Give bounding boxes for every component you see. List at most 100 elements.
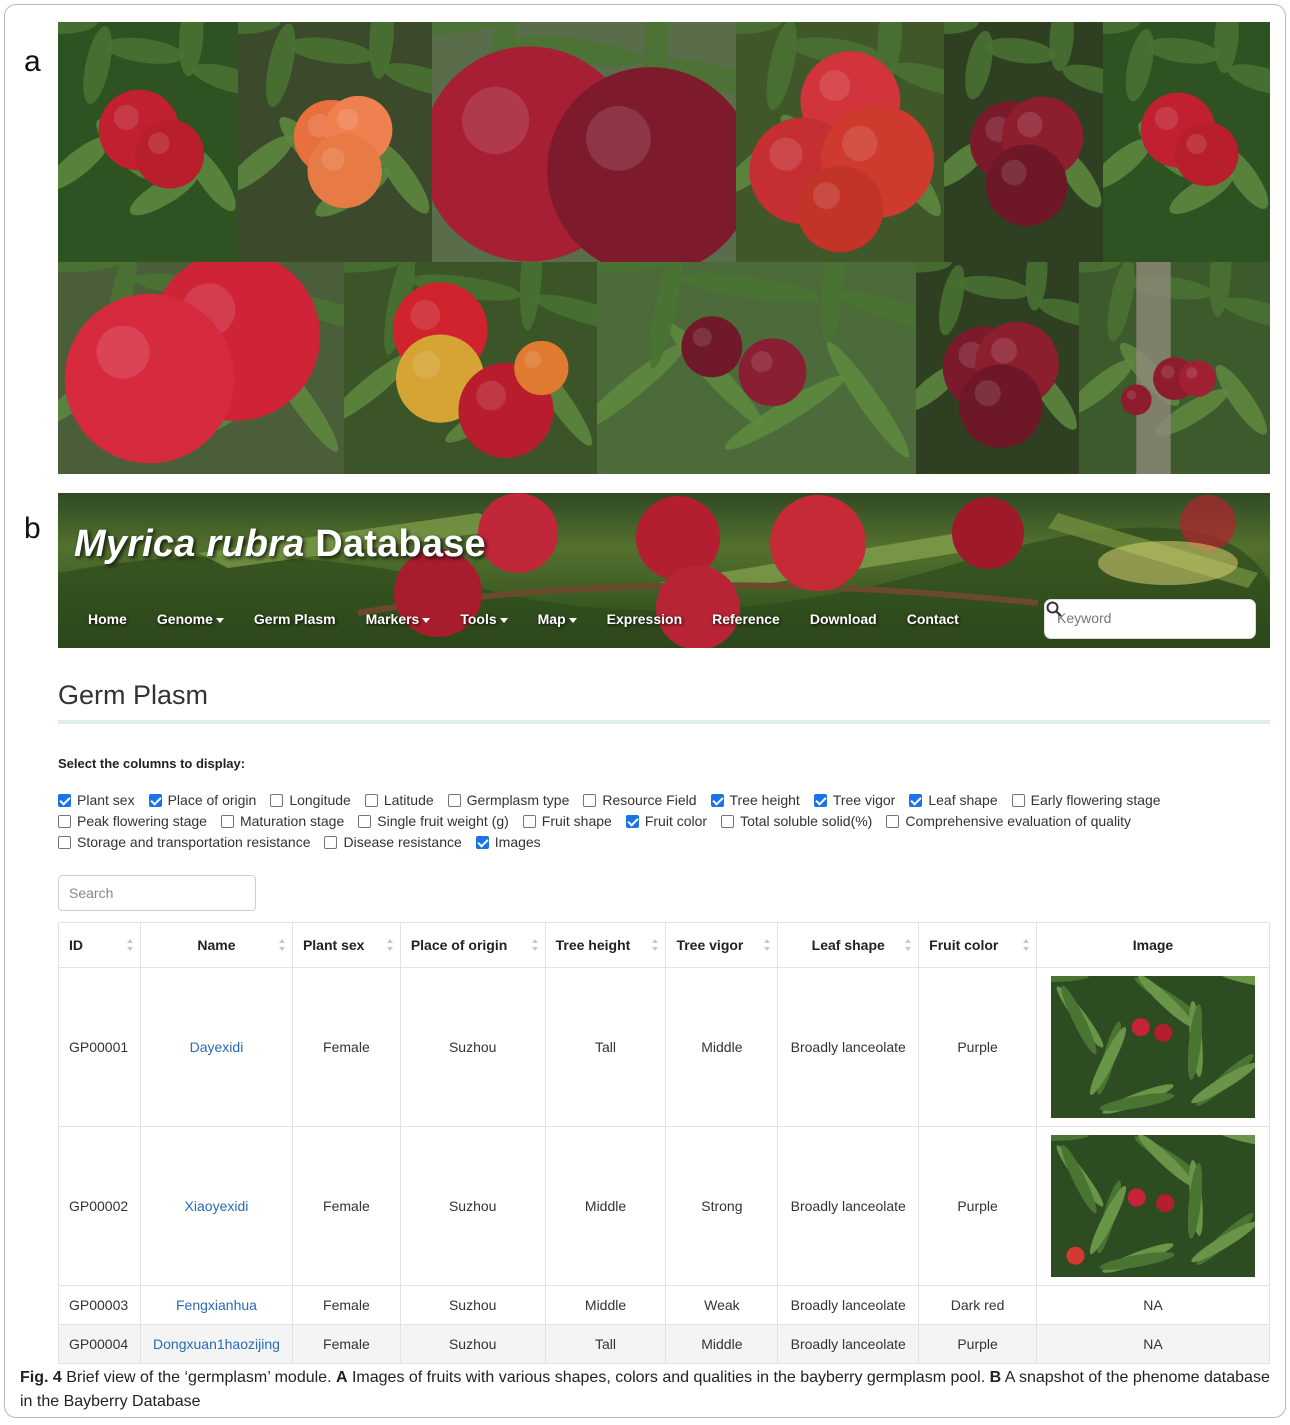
checkbox[interactable]	[909, 793, 923, 807]
sort-icon[interactable]	[386, 938, 394, 952]
column-toggle-disease-resistance[interactable]: Disease resistance	[324, 834, 462, 850]
germplasm-name-link[interactable]: Dayexidi	[190, 1039, 244, 1055]
column-toggle-germplasm-type[interactable]: Germplasm type	[447, 792, 569, 808]
photo-4	[736, 22, 944, 262]
checkbox[interactable]	[220, 814, 234, 828]
column-toggle-storage-and-transportation-resistance[interactable]: Storage and transportation resistance	[58, 834, 310, 850]
table-search-input[interactable]	[58, 875, 256, 911]
nav-expression[interactable]: Expression	[607, 611, 682, 627]
nav-markers[interactable]: Markers	[366, 611, 431, 627]
cell-name: Dongxuan1haozijing	[139, 1324, 293, 1364]
cell-name: Xiaoyexidi	[139, 1126, 293, 1286]
column-header-plant-sex[interactable]: Plant sex	[291, 922, 401, 968]
column-header-id[interactable]: ID	[58, 922, 141, 968]
site-title[interactable]: Myrica rubra Database	[74, 523, 486, 566]
column-toggle-total-soluble-solid[interactable]: Total soluble solid(%)	[721, 813, 872, 829]
cell-leaf-shape: Broadly lanceolate	[777, 1126, 920, 1286]
column-toggle-latitude[interactable]: Latitude	[364, 792, 434, 808]
nav-map[interactable]: Map	[538, 611, 577, 627]
caption-a-label: A	[335, 1369, 348, 1386]
cell-tree-vigor: Strong	[665, 1126, 779, 1286]
sort-icon[interactable]	[904, 938, 912, 952]
checkbox[interactable]	[710, 793, 724, 807]
column-toggle-comprehensive-evaluation-of-quality[interactable]: Comprehensive evaluation of quality	[886, 813, 1131, 829]
checkbox[interactable]	[270, 793, 284, 807]
cell-place-of-origin: Suzhou	[399, 1126, 546, 1286]
column-toggle-maturation-stage[interactable]: Maturation stage	[220, 813, 344, 829]
column-header-place-of-origin[interactable]: Place of origin	[399, 922, 546, 968]
nav-genome[interactable]: Genome	[157, 611, 224, 627]
germplasm-thumbnail[interactable]	[1050, 1135, 1255, 1277]
nav-contact[interactable]: Contact	[907, 611, 959, 627]
site-banner: Myrica rubra Database Home Genome Germ Pla…	[58, 493, 1270, 648]
column-toggle-plant-sex[interactable]: Plant sex	[58, 792, 135, 808]
column-header-fruit-color[interactable]: Fruit color	[918, 922, 1037, 968]
nav-home[interactable]: Home	[88, 611, 127, 627]
column-toggle-fruit-shape[interactable]: Fruit shape	[522, 813, 612, 829]
caret-down-icon	[422, 617, 431, 623]
column-toggle-images[interactable]: Images	[475, 834, 541, 850]
checkbox[interactable]	[324, 835, 338, 849]
checkbox[interactable]	[58, 814, 71, 828]
column-toggle-single-fruit-weight-g[interactable]: Single fruit weight (g)	[358, 813, 509, 829]
nav-germ-plasm[interactable]: Germ Plasm	[254, 611, 336, 627]
checkbox[interactable]	[475, 835, 489, 849]
column-header-tree-height[interactable]: Tree height	[544, 922, 667, 968]
checkbox[interactable]	[625, 814, 639, 828]
column-header-image[interactable]: Image	[1035, 922, 1271, 968]
sort-icon[interactable]	[1022, 938, 1030, 952]
nav-tools[interactable]: Tools	[460, 611, 508, 627]
keyword-input[interactable]	[1057, 610, 1217, 626]
germplasm-name-link[interactable]: Xiaoyexidi	[185, 1198, 249, 1214]
checkbox[interactable]	[721, 814, 735, 828]
germplasm-thumbnail[interactable]	[1050, 976, 1255, 1118]
sort-icon[interactable]	[531, 938, 539, 952]
germplasm-name-link[interactable]: Dongxuan1haozijing	[153, 1336, 280, 1352]
caret-down-icon	[499, 617, 508, 623]
caption-b-label: B	[989, 1369, 1002, 1386]
checkbox[interactable]	[148, 793, 162, 807]
checkbox[interactable]	[58, 835, 71, 849]
nav-reference[interactable]: Reference	[712, 611, 780, 627]
title-divider	[58, 720, 1270, 724]
checkbox[interactable]	[886, 814, 900, 828]
checkbox[interactable]	[1011, 793, 1025, 807]
checkbox[interactable]	[583, 793, 597, 807]
checkbox[interactable]	[58, 793, 71, 807]
column-toggle-resource-field[interactable]: Resource Field	[583, 792, 697, 808]
column-toggle-early-flowering-stage[interactable]: Early flowering stage	[1011, 792, 1161, 808]
sort-icon[interactable]	[126, 938, 134, 952]
checkbox-label: Fruit color	[644, 813, 708, 829]
column-header-leaf-shape[interactable]: Leaf shape	[777, 922, 920, 968]
column-header-name[interactable]: Name	[139, 922, 293, 968]
column-toggle-tree-height[interactable]: Tree height	[710, 792, 800, 808]
checkbox[interactable]	[364, 793, 378, 807]
column-toggle-tree-vigor[interactable]: Tree vigor	[813, 792, 895, 808]
sort-icon[interactable]	[763, 938, 771, 952]
column-toggle-fruit-color[interactable]: Fruit color	[625, 813, 708, 829]
column-toggle-place-of-origin[interactable]: Place of origin	[148, 792, 256, 808]
germplasm-name-link[interactable]: Fengxianhua	[176, 1297, 257, 1313]
sort-icon[interactable]	[278, 938, 286, 952]
checkbox[interactable]	[813, 793, 827, 807]
checkbox-label: Early flowering stage	[1030, 792, 1161, 808]
nav-download[interactable]: Download	[810, 611, 877, 627]
column-toggle-peak-flowering-stage[interactable]: Peak flowering stage	[58, 813, 207, 829]
column-toggle-longitude[interactable]: Longitude	[270, 792, 351, 808]
cell-name: Fengxianhua	[139, 1285, 293, 1325]
photo-5	[944, 22, 1103, 262]
sort-icon[interactable]	[651, 938, 659, 952]
column-header-tree-vigor[interactable]: Tree vigor	[665, 922, 779, 968]
checkbox-label: Longitude	[289, 792, 351, 808]
panel-label-a: a	[24, 45, 41, 78]
caption-fig-label: Fig. 4	[20, 1369, 62, 1386]
search-icon[interactable]	[1045, 600, 1063, 618]
checkbox[interactable]	[447, 793, 461, 807]
checkbox[interactable]	[358, 814, 372, 828]
column-toggle-row: Peak flowering stage Maturation stage Sing…	[58, 813, 1145, 829]
checkbox[interactable]	[522, 814, 536, 828]
photo-11	[1079, 262, 1270, 474]
column-toggle-leaf-shape[interactable]: Leaf shape	[909, 792, 998, 808]
checkbox-label: Leaf shape	[928, 792, 998, 808]
cell-tree-vigor: Middle	[665, 967, 779, 1127]
